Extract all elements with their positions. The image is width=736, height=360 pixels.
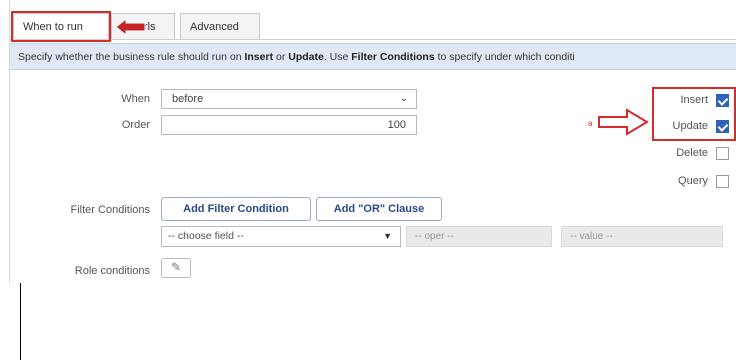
tab-advanced[interactable]: Advanced xyxy=(180,13,260,40)
caret-down-icon: ▼ xyxy=(383,231,392,241)
tab-divider xyxy=(10,39,736,40)
insert-label: Insert xyxy=(680,94,708,106)
query-checkbox[interactable] xyxy=(716,175,729,188)
delete-checkbox[interactable] xyxy=(716,147,729,160)
delete-label: Delete xyxy=(676,147,708,159)
value-input[interactable]: -- value -- xyxy=(561,226,723,247)
when-label: When xyxy=(121,93,150,105)
add-or-clause-button[interactable]: Add "OR" Clause xyxy=(316,197,442,221)
filter-conditions-label: Filter Conditions xyxy=(70,204,150,216)
query-label: Query xyxy=(678,175,708,187)
edit-role-conditions-button[interactable]: ✎ xyxy=(161,258,191,278)
add-filter-condition-button[interactable]: Add Filter Condition xyxy=(161,197,311,221)
order-input[interactable]: 100 xyxy=(161,115,417,135)
update-checkbox[interactable] xyxy=(716,120,729,133)
update-label: Update xyxy=(672,120,708,132)
insert-checkbox[interactable] xyxy=(716,94,729,107)
choose-field-select[interactable]: -- choose field -- ▼ xyxy=(161,226,401,247)
info-message: Specify whether the business rule should… xyxy=(10,43,736,70)
role-conditions-label: Role conditions xyxy=(74,265,150,277)
operator-select[interactable]: -- oper -- xyxy=(406,226,552,247)
when-select[interactable]: before ⌄ xyxy=(161,89,417,109)
order-label: Order xyxy=(121,119,150,131)
annotation-arrow-icon xyxy=(115,18,146,36)
annotation-marker: a xyxy=(588,119,593,128)
highlight-box-tab xyxy=(11,11,111,42)
pencil-icon: ✎ xyxy=(170,260,182,274)
chevron-down-icon: ⌄ xyxy=(399,93,408,104)
business-rule-panel: When to run rls Advanced Specify whether… xyxy=(0,0,736,283)
page-border-line xyxy=(20,283,21,360)
